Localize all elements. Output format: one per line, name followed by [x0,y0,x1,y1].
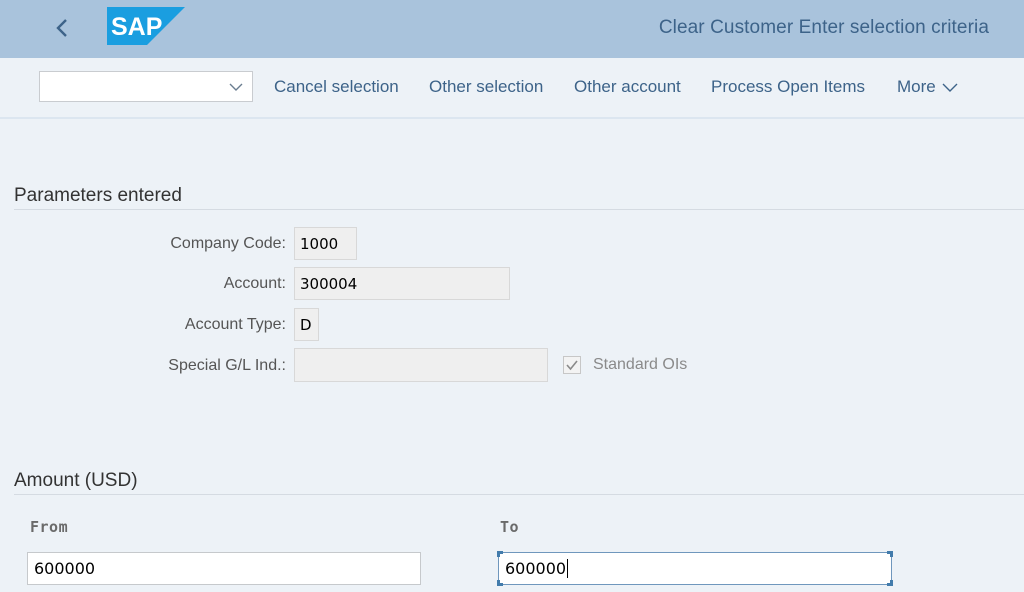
focus-corner [497,580,503,586]
amount-section-title: Amount (USD) [14,470,138,491]
checkmark-icon [566,360,578,371]
amount-to-value: 600000 [505,559,567,578]
parameters-section-title: Parameters entered [14,185,182,206]
text-caret [567,559,569,578]
amount-to-input[interactable]: 600000 [497,551,893,586]
special-gl-ind-field[interactable] [294,348,548,382]
amount-from-value: 600000 [34,559,96,578]
standard-ois-checkbox[interactable] [563,356,581,374]
sap-logo: SAP [107,7,185,45]
chevron-down-icon [229,83,243,91]
chevron-left-icon [56,19,67,37]
company-code-field[interactable]: 1000 [294,227,357,260]
amount-from-input[interactable]: 600000 [27,552,421,585]
focus-corner [497,551,503,557]
command-select[interactable] [39,71,253,102]
other-account-button[interactable]: Other account [574,77,681,97]
shell-bar: SAP Clear Customer Enter selection crite… [0,0,1024,58]
account-label: Account: [223,275,286,292]
process-open-items-button[interactable]: Process Open Items [711,77,865,97]
to-label: To [500,518,520,536]
other-selection-button[interactable]: Other selection [429,77,543,97]
cancel-selection-button[interactable]: Cancel selection [274,77,399,97]
account-type-field[interactable]: D [294,308,319,341]
company-code-label: Company Code: [170,235,286,252]
back-button[interactable] [48,12,76,44]
amount-divider [14,494,1024,495]
chevron-down-icon [942,83,958,92]
focus-corner [887,551,893,557]
parameters-divider [14,209,1024,210]
account-field[interactable]: 300004 [294,267,510,300]
sap-logo-text: SAP [111,13,162,41]
account-type-label: Account Type: [184,316,286,333]
from-label: From [30,518,69,536]
more-button-label: More [897,77,936,96]
toolbar: Cancel selection Other selection Other a… [0,58,1024,119]
focus-corner [887,580,893,586]
page-title: Clear Customer Enter selection criteria [658,17,989,38]
special-gl-ind-label: Special G/L Ind.: [168,357,286,374]
standard-ois-label: Standard OIs [593,356,688,373]
more-button[interactable]: More [897,77,958,97]
